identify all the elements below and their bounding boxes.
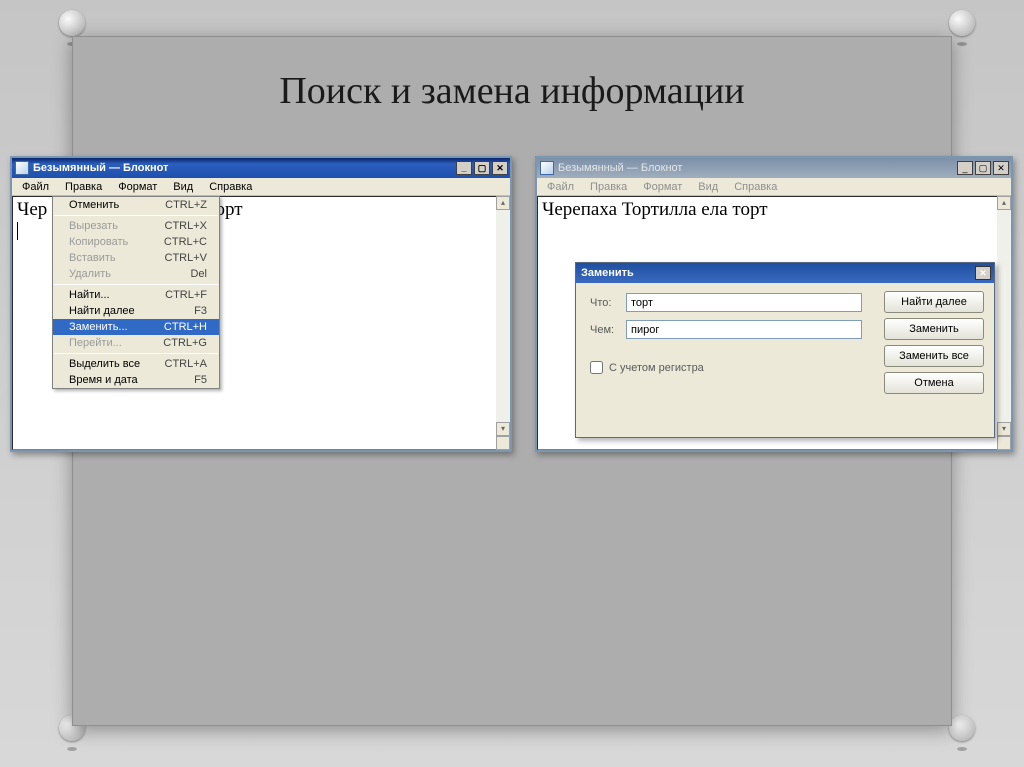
scroll-down-button[interactable]: ▾ xyxy=(496,422,510,436)
maximize-button[interactable]: ▢ xyxy=(975,161,991,175)
menu-format[interactable]: Формат xyxy=(635,180,690,194)
slide-title: Поиск и замена информации xyxy=(73,37,951,113)
menu-item-shortcut: F3 xyxy=(194,305,207,317)
menu-item: Вырезать CTRL+X xyxy=(53,218,219,234)
maximize-button[interactable]: ▢ xyxy=(474,161,490,175)
scroll-corner xyxy=(997,436,1011,450)
menu-separator xyxy=(54,353,218,354)
vertical-scrollbar[interactable]: ▴ ▾ xyxy=(997,196,1011,450)
menu-item-shortcut: CTRL+C xyxy=(164,236,207,248)
menu-item[interactable]: Выделить все CTRL+A xyxy=(53,356,219,372)
menu-item-label: Перейти... xyxy=(69,337,122,349)
menubar: Файл Правка Формат Вид Справка xyxy=(12,178,510,196)
menu-item-label: Копировать xyxy=(69,236,128,248)
menu-item-shortcut: CTRL+A xyxy=(165,358,208,370)
replace-button[interactable]: Заменить xyxy=(884,318,984,340)
menu-file[interactable]: Файл xyxy=(539,180,582,194)
replace-dialog: Заменить ✕ Что: Чем: С учетом регистра Н… xyxy=(575,262,995,438)
menu-edit[interactable]: Правка xyxy=(57,180,110,194)
find-what-label: Что: xyxy=(590,297,626,309)
scroll-up-button[interactable]: ▴ xyxy=(496,196,510,210)
menu-help[interactable]: Справка xyxy=(201,180,260,194)
replace-with-input[interactable] xyxy=(626,320,862,339)
menu-file[interactable]: Файл xyxy=(14,180,57,194)
menu-item[interactable]: Найти далее F3 xyxy=(53,303,219,319)
close-button[interactable]: ✕ xyxy=(993,161,1009,175)
titlebar[interactable]: Безымянный — Блокнот _ ▢ ✕ xyxy=(12,158,510,178)
replace-with-label: Чем: xyxy=(590,324,626,336)
menu-item-label: Выделить все xyxy=(69,358,140,370)
menu-item-label: Время и дата xyxy=(69,374,138,386)
scroll-up-button[interactable]: ▴ xyxy=(997,196,1011,210)
dialog-close-button[interactable]: ✕ xyxy=(975,266,991,280)
menu-format[interactable]: Формат xyxy=(110,180,165,194)
titlebar-inactive[interactable]: Безымянный — Блокнот _ ▢ ✕ xyxy=(537,158,1011,178)
menu-item-label: Вставить xyxy=(69,252,116,264)
menu-item: Перейти... CTRL+G xyxy=(53,335,219,351)
menu-item: Копировать CTRL+C xyxy=(53,234,219,250)
text-fragment: Чер xyxy=(17,199,47,220)
notepad-window-with-menu: Безымянный — Блокнот _ ▢ ✕ Файл Правка Ф… xyxy=(10,156,512,452)
edit-menu-dropdown: Отменить CTRL+Z Вырезать CTRL+X Копировать CT… xyxy=(52,196,220,389)
menu-item-shortcut: CTRL+X xyxy=(165,220,208,232)
menu-item-shortcut: Del xyxy=(190,268,207,280)
menu-view[interactable]: Вид xyxy=(690,180,726,194)
menu-item[interactable]: Отменить CTRL+Z xyxy=(53,197,219,213)
scroll-corner xyxy=(496,436,510,450)
menu-item-shortcut: CTRL+V xyxy=(165,252,208,264)
menu-separator xyxy=(54,284,218,285)
match-case-checkbox[interactable] xyxy=(590,361,603,374)
menu-separator xyxy=(54,215,218,216)
menu-item[interactable]: Найти... CTRL+F xyxy=(53,287,219,303)
menu-item: Удалить Del xyxy=(53,266,219,282)
notepad-icon xyxy=(15,161,29,175)
menu-item-label: Удалить xyxy=(69,268,111,280)
replace-all-button[interactable]: Заменить все xyxy=(884,345,984,367)
find-what-input[interactable] xyxy=(626,293,862,312)
scroll-down-button[interactable]: ▾ xyxy=(997,422,1011,436)
text-caret xyxy=(17,222,18,240)
menu-item-shortcut: CTRL+G xyxy=(163,337,207,349)
menu-item-shortcut: CTRL+H xyxy=(164,321,207,333)
find-next-button[interactable]: Найти далее xyxy=(884,291,984,313)
minimize-button[interactable]: _ xyxy=(957,161,973,175)
menu-edit[interactable]: Правка xyxy=(582,180,635,194)
menu-view[interactable]: Вид xyxy=(165,180,201,194)
match-case-label: С учетом регистра xyxy=(609,362,704,374)
window-title: Безымянный — Блокнот xyxy=(33,162,454,174)
document-text: Черепаха Тортилла ела торт xyxy=(542,199,768,220)
cancel-button[interactable]: Отмена xyxy=(884,372,984,394)
menu-item-shortcut: CTRL+Z xyxy=(165,199,207,211)
menu-item-shortcut: F5 xyxy=(194,374,207,386)
menu-item-label: Найти далее xyxy=(69,305,135,317)
menubar-inactive: Файл Правка Формат Вид Справка xyxy=(537,178,1011,196)
dialog-titlebar[interactable]: Заменить ✕ xyxy=(576,263,994,283)
menu-item[interactable]: Время и дата F5 xyxy=(53,372,219,388)
menu-item-shortcut: CTRL+F xyxy=(165,289,207,301)
menu-help[interactable]: Справка xyxy=(726,180,785,194)
menu-item-label: Найти... xyxy=(69,289,110,301)
dialog-title: Заменить xyxy=(579,267,975,279)
vertical-scrollbar[interactable]: ▴ ▾ xyxy=(496,196,510,450)
menu-item-label: Вырезать xyxy=(69,220,118,232)
menu-item[interactable]: Заменить... CTRL+H xyxy=(53,319,219,335)
menu-item: Вставить CTRL+V xyxy=(53,250,219,266)
window-title: Безымянный — Блокнот xyxy=(558,162,955,174)
notepad-icon xyxy=(540,161,554,175)
close-button[interactable]: ✕ xyxy=(492,161,508,175)
menu-item-label: Заменить... xyxy=(69,321,128,333)
minimize-button[interactable]: _ xyxy=(456,161,472,175)
menu-item-label: Отменить xyxy=(69,199,119,211)
